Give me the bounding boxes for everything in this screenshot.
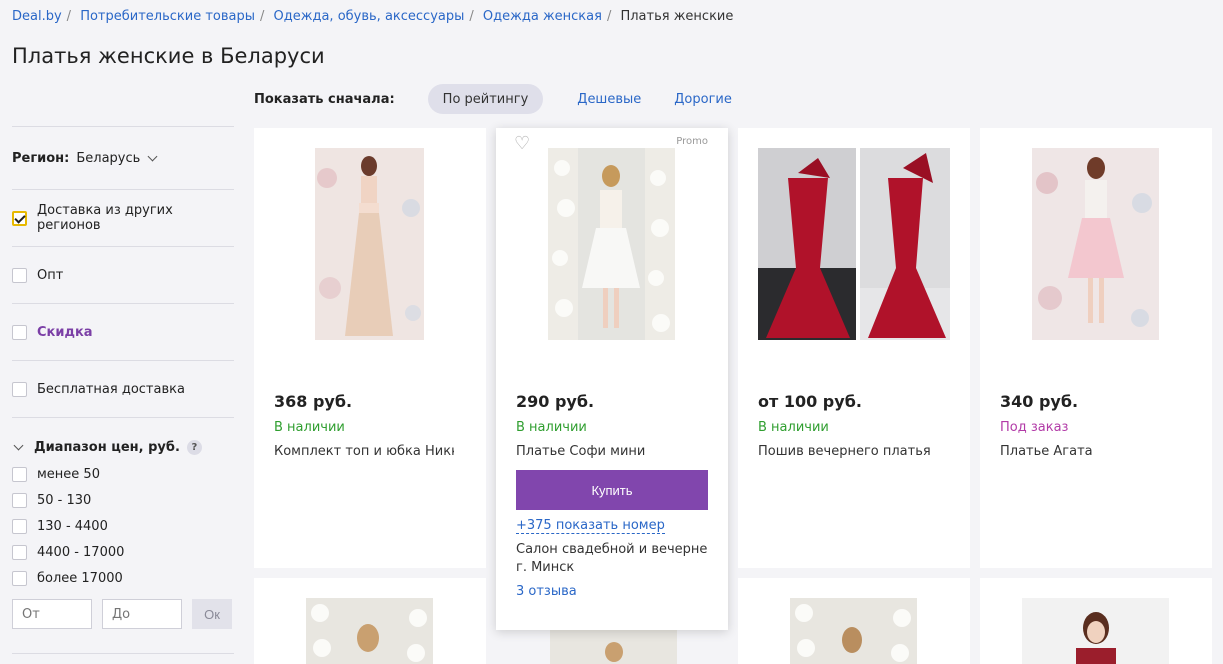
page-title: Платья женские в Беларуси xyxy=(12,44,325,68)
heart-icon[interactable]: ♡ xyxy=(514,133,530,154)
product-card[interactable]: 340 руб. Под заказ Платье Агата xyxy=(980,128,1212,568)
reviews-link[interactable]: 3 отзыва xyxy=(516,584,577,599)
checkbox-icon[interactable] xyxy=(12,466,27,482)
product-card[interactable] xyxy=(980,578,1212,664)
checkbox-icon[interactable] xyxy=(12,210,27,226)
product-image[interactable] xyxy=(306,598,433,664)
seller-city: г. Минск xyxy=(516,560,575,575)
filter-discount[interactable]: Скидка xyxy=(12,304,234,360)
filter-label: Доставка из других регионов xyxy=(37,203,173,233)
product-image[interactable] xyxy=(550,630,677,664)
price-to-input[interactable] xyxy=(102,599,182,629)
filter-label: Скидка xyxy=(37,324,93,340)
chevron-down-icon xyxy=(147,151,158,161)
price-range-title: Диапазон цен, руб. xyxy=(34,440,180,455)
filter-label: Бесплатная доставка xyxy=(37,381,185,397)
product-name[interactable]: Платье Софи мини xyxy=(516,444,696,459)
breadcrumb-link-womens-clothing[interactable]: Одежда женская xyxy=(483,9,602,24)
product-card[interactable] xyxy=(254,578,486,664)
breadcrumb-link-home[interactable]: Deal.by xyxy=(12,9,62,24)
product-image[interactable] xyxy=(1032,148,1159,340)
buy-button[interactable]: Купить xyxy=(516,470,708,510)
region-selector[interactable]: Регион: Беларусь xyxy=(12,127,234,189)
product-price: 340 руб. xyxy=(1000,392,1079,411)
product-availability: Под заказ xyxy=(1000,420,1069,435)
product-image[interactable] xyxy=(548,148,675,340)
price-range-option[interactable]: 50 - 130 xyxy=(12,487,234,513)
breadcrumb-link-consumer-goods[interactable]: Потребительские товары xyxy=(80,9,255,24)
product-availability: В наличии xyxy=(516,420,587,435)
sort-option-cheap[interactable]: Дешевые xyxy=(577,92,641,107)
product-image[interactable] xyxy=(1022,598,1169,664)
sort-option-rating[interactable]: По рейтингу xyxy=(427,84,544,114)
product-card[interactable] xyxy=(738,578,970,664)
checkbox-icon[interactable] xyxy=(12,381,27,397)
product-price: от 100 руб. xyxy=(758,392,862,411)
price-ok-button[interactable]: Ок xyxy=(192,599,232,629)
promo-badge: Promo xyxy=(676,136,708,147)
filter-wholesale[interactable]: Опт xyxy=(12,247,234,303)
product-availability: В наличии xyxy=(758,420,829,435)
price-range-option[interactable]: менее 50 xyxy=(12,461,234,487)
breadcrumb-current: Платья женские xyxy=(620,9,734,24)
breadcrumb: Deal.by / Потребительские товары / Одежда,… xyxy=(12,9,734,24)
filter-label: Опт xyxy=(37,267,64,283)
checkbox-icon[interactable] xyxy=(12,492,27,508)
show-phone-link[interactable]: +375 показать номер xyxy=(516,518,665,534)
product-price: 368 руб. xyxy=(274,392,353,411)
price-range-option[interactable]: более 17000 xyxy=(12,565,234,591)
price-range-toggle[interactable]: Диапазон цен, руб. ? xyxy=(12,440,234,455)
filter-sidebar: Регион: Беларусь Доставка из других реги… xyxy=(12,126,234,654)
region-label: Регион: xyxy=(12,150,70,166)
sort-option-expensive[interactable]: Дорогие xyxy=(674,92,732,107)
checkbox-icon[interactable] xyxy=(12,544,27,560)
sort-bar: Показать сначала: По рейтингу Дешевые До… xyxy=(254,84,765,114)
product-image[interactable] xyxy=(758,148,950,340)
product-name[interactable]: Комплект топ и юбка Никки xyxy=(274,444,454,459)
product-card[interactable]: 368 руб. В наличии Комплект топ и юбка Н… xyxy=(254,128,486,568)
product-image[interactable] xyxy=(790,598,917,664)
price-range-option[interactable]: 4400 - 17000 xyxy=(12,539,234,565)
product-card[interactable]: от 100 руб. В наличии Пошив вечернего пл… xyxy=(738,128,970,568)
product-availability: В наличии xyxy=(274,420,345,435)
checkbox-icon[interactable] xyxy=(12,518,27,534)
help-icon[interactable]: ? xyxy=(186,440,202,455)
checkbox-icon[interactable] xyxy=(12,570,27,586)
filter-free-delivery[interactable]: Бесплатная доставка xyxy=(12,361,234,417)
product-price: 290 руб. xyxy=(516,392,595,411)
divider xyxy=(12,653,234,654)
region-value: Беларусь xyxy=(76,150,141,166)
product-image[interactable] xyxy=(315,148,424,340)
seller-name[interactable]: Салон свадебной и вечерней xyxy=(516,542,708,557)
price-range-option[interactable]: 130 - 4400 xyxy=(12,513,234,539)
chevron-down-icon xyxy=(13,440,24,451)
product-card-promo[interactable]: ♡ Promo 290 руб. В наличии Платье Софи м… xyxy=(496,128,728,630)
filter-delivery-other-regions[interactable]: Доставка из других регионов xyxy=(12,190,234,246)
sort-label: Показать сначала: xyxy=(254,91,395,107)
price-from-input[interactable] xyxy=(12,599,92,629)
product-name[interactable]: Пошив вечернего платья xyxy=(758,444,938,459)
product-name[interactable]: Платье Агата xyxy=(1000,444,1180,459)
checkbox-icon[interactable] xyxy=(12,267,27,283)
breadcrumb-link-clothing[interactable]: Одежда, обувь, аксессуары xyxy=(274,9,465,24)
checkbox-icon[interactable] xyxy=(12,324,27,340)
